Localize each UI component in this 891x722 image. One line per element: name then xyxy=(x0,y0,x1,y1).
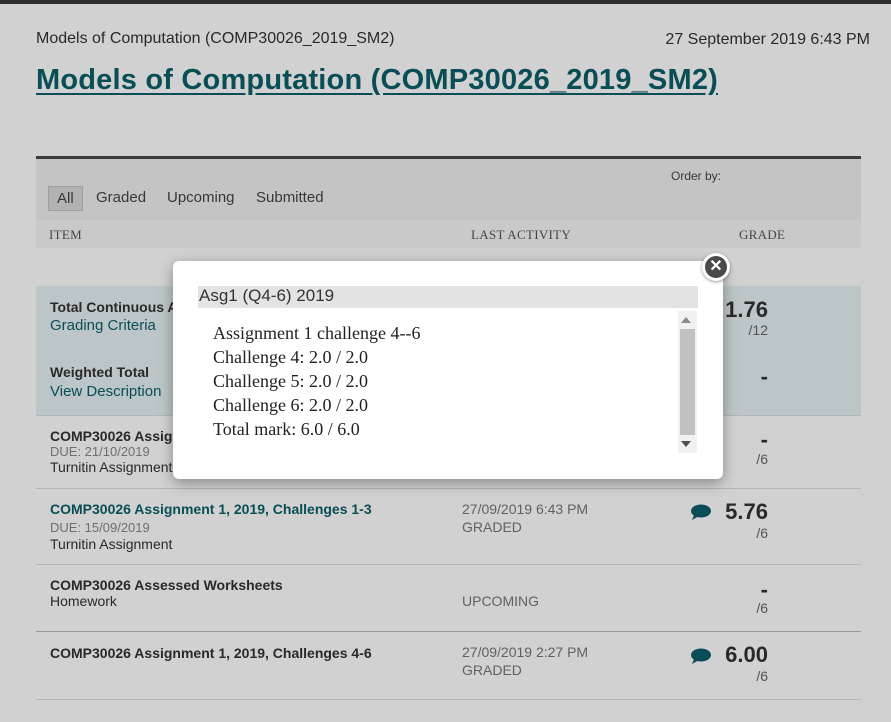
dialog-content: Assignment 1 challenge 4--6 Challenge 4:… xyxy=(213,321,673,441)
feedback-line: Assignment 1 challenge 4--6 xyxy=(213,323,421,343)
scroll-up-arrow-icon[interactable] xyxy=(681,317,691,323)
dialog-scrollbar[interactable] xyxy=(678,311,697,453)
feedback-line: Total mark: 6.0 / 6.0 xyxy=(213,419,360,439)
close-dialog-button[interactable]: ✕ xyxy=(702,253,730,281)
scroll-thumb[interactable] xyxy=(680,329,695,435)
scroll-down-arrow-icon[interactable] xyxy=(681,441,691,447)
close-icon[interactable]: ✕ xyxy=(705,256,727,278)
dialog-title: Asg1 (Q4-6) 2019 xyxy=(198,286,698,308)
feedback-line: Challenge 5: 2.0 / 2.0 xyxy=(213,371,368,391)
feedback-line: Challenge 4: 2.0 / 2.0 xyxy=(213,347,368,367)
feedback-line: Challenge 6: 2.0 / 2.0 xyxy=(213,395,368,415)
grade-details-dialog: Asg1 (Q4-6) 2019 Assignment 1 challenge … xyxy=(173,261,723,479)
